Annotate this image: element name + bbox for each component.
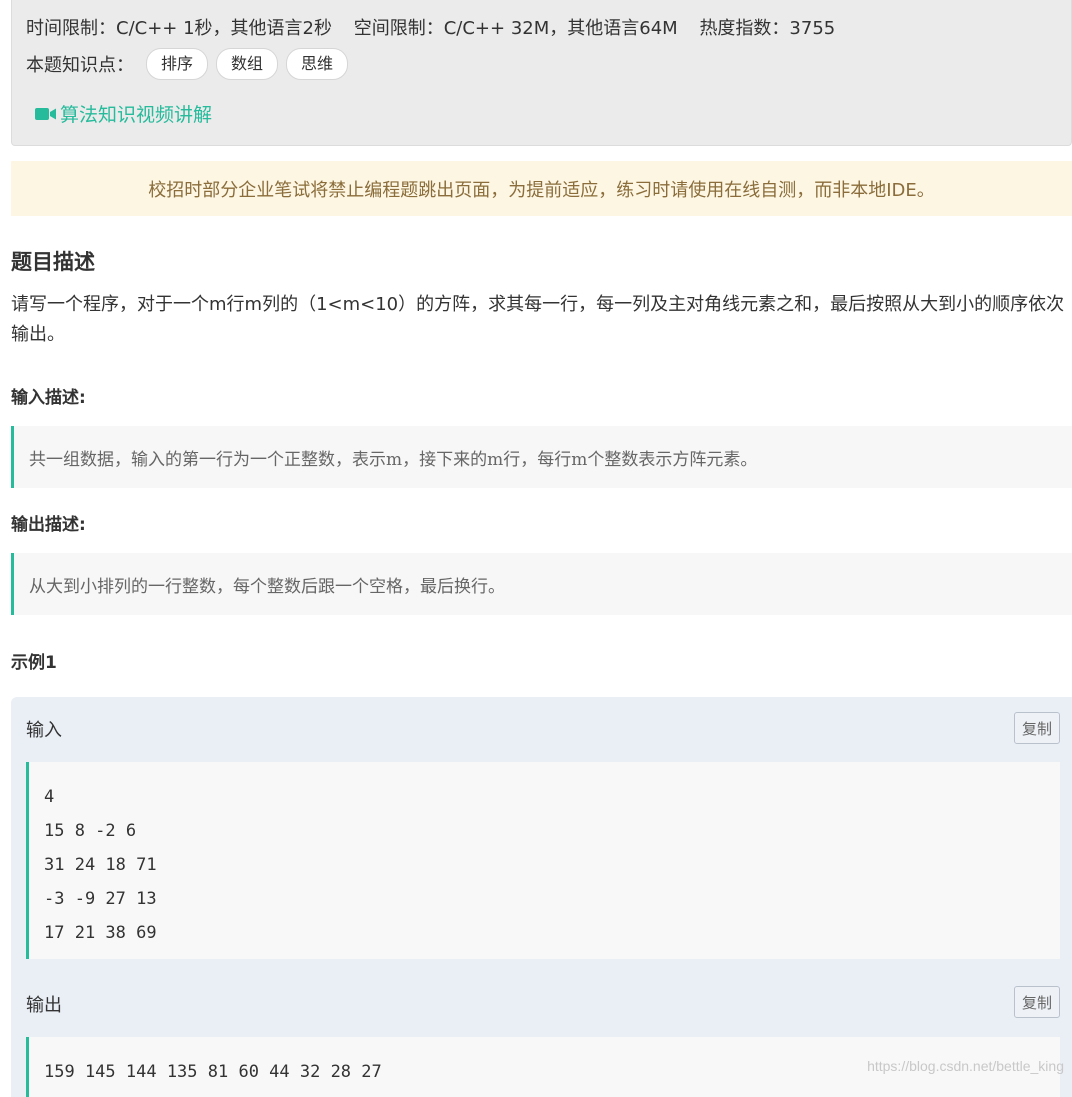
input-line: 15 8 -2 6 bbox=[44, 821, 137, 841]
problem-info-panel: 时间限制：C/C++ 1秒，其他语言2秒 空间限制：C/C++ 32M，其他语言… bbox=[11, 0, 1072, 146]
copy-input-button[interactable]: 复制 bbox=[1014, 712, 1060, 744]
input-desc-text: 共一组数据，输入的第一行为一个正整数，表示m，接下来的m行，每行m个整数表示方阵… bbox=[11, 426, 1072, 488]
time-limit: 时间限制：C/C++ 1秒，其他语言2秒 bbox=[26, 18, 332, 39]
notice-banner: 校招时部分企业笔试将禁止编程题跳出页面，为提前适应，练习时请使用在线自测，而非本… bbox=[11, 161, 1072, 216]
knowledge-points-label: 本题知识点： bbox=[26, 55, 134, 76]
heat-index: 热度指数：3755 bbox=[699, 18, 836, 39]
output-desc-title: 输出描述: bbox=[11, 515, 86, 535]
input-line: -3 -9 27 13 bbox=[44, 889, 157, 909]
problem-title: 题目描述 bbox=[11, 250, 95, 274]
tag-sort[interactable]: 排序 bbox=[146, 48, 209, 80]
input-desc-title: 输入描述: bbox=[11, 388, 86, 408]
limits-row: 时间限制：C/C++ 1秒，其他语言2秒 空间限制：C/C++ 32M，其他语言… bbox=[26, 14, 851, 40]
watermark: https://blog.csdn.net/bettle_king bbox=[867, 1058, 1064, 1074]
output-desc-text: 从大到小排列的一行整数，每个整数后跟一个空格，最后换行。 bbox=[11, 553, 1072, 615]
example-box: 输入 复制 4 15 8 -2 6 31 24 18 71 -3 -9 27 1… bbox=[11, 697, 1072, 1097]
copy-output-button[interactable]: 复制 bbox=[1014, 986, 1060, 1018]
input-line: 4 bbox=[44, 787, 55, 807]
example-title: 示例1 bbox=[11, 653, 57, 673]
tag-array[interactable]: 数组 bbox=[216, 48, 279, 80]
tag-thinking[interactable]: 思维 bbox=[286, 48, 349, 80]
video-camera-icon bbox=[35, 107, 56, 120]
space-limit: 空间限制：C/C++ 32M，其他语言64M bbox=[353, 18, 678, 39]
input-line: 17 21 38 69 bbox=[44, 923, 157, 943]
knowledge-points-row: 本题知识点： 排序 数组 思维 bbox=[26, 48, 356, 80]
example-input-code[interactable]: 4 15 8 -2 6 31 24 18 71 -3 -9 27 13 17 2… bbox=[26, 762, 1060, 959]
problem-description: 请写一个程序，对于一个m行m列的（1<m<10）的方阵，求其每一行，每一列及主对… bbox=[11, 294, 1065, 345]
example-input-label: 输入 bbox=[26, 720, 62, 741]
video-link-label: 算法知识视频讲解 bbox=[60, 104, 213, 126]
input-line: 31 24 18 71 bbox=[44, 855, 157, 875]
example-output-label: 输出 bbox=[26, 995, 62, 1016]
video-explanation-link[interactable]: 算法知识视频讲解 bbox=[34, 100, 212, 127]
